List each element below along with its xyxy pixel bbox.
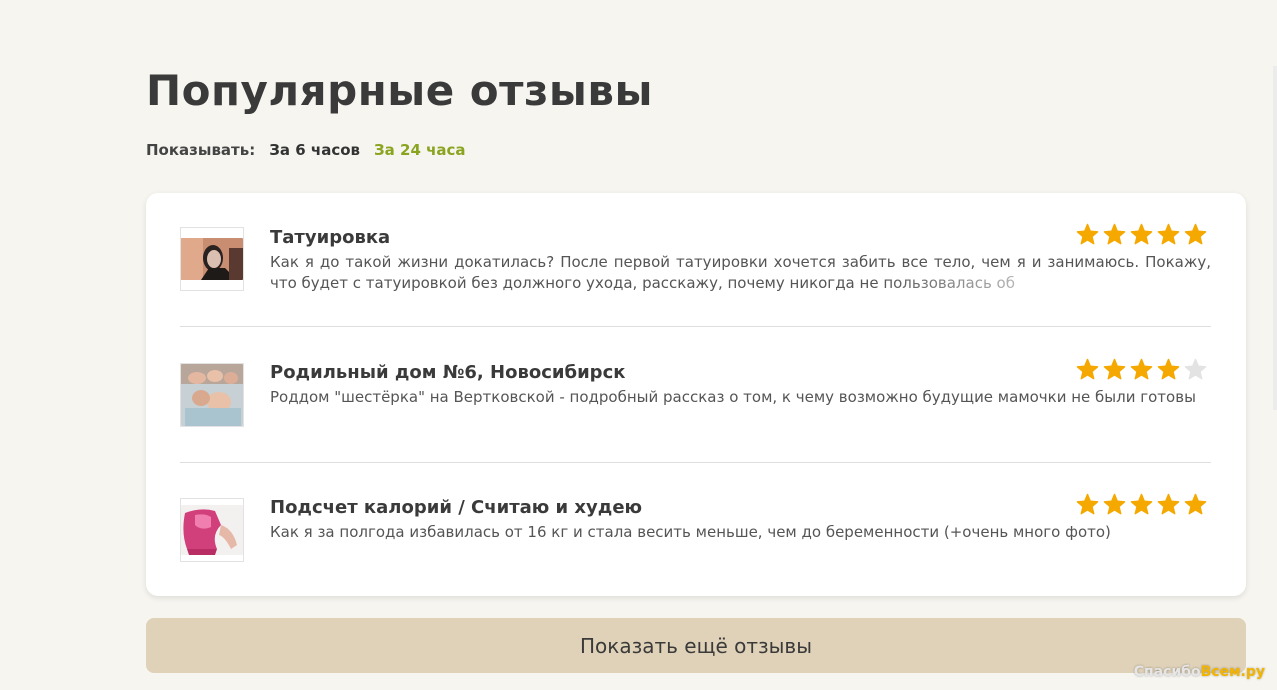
review-title[interactable]: Подсчет калорий / Считаю и худею <box>270 497 642 518</box>
body-photo-icon <box>181 505 243 555</box>
star-filled-icon <box>1103 493 1126 515</box>
star-filled-icon <box>1103 358 1126 380</box>
review-title[interactable]: Татуировка <box>270 227 390 248</box>
star-filled-icon <box>1103 223 1126 245</box>
divider <box>180 462 1211 463</box>
review-title[interactable]: Родильный дом №6, Новосибирск <box>270 362 625 383</box>
review-thumbnail-calories[interactable] <box>180 498 244 562</box>
star-filled-icon <box>1076 358 1099 380</box>
newborns-photo-icon <box>181 364 243 426</box>
rating-stars <box>1076 358 1207 381</box>
show-more-reviews-button[interactable]: Показать ещё отзывы <box>146 618 1246 673</box>
watermark-text: Спасибо <box>1133 664 1201 680</box>
review-item[interactable]: Подсчет калорий / Считаю и худею Как я з… <box>180 493 1211 562</box>
filter-24-hours[interactable]: За 24 часа <box>374 141 466 159</box>
filter-6-hours[interactable]: За 6 часов <box>269 141 360 159</box>
star-filled-icon <box>1076 493 1099 515</box>
text-fade-overlay <box>880 273 1221 294</box>
site-watermark: СпасибоВсем.ру <box>1134 664 1265 680</box>
star-filled-icon <box>1157 358 1180 380</box>
filter-label: Показывать: <box>146 141 256 159</box>
star-filled-icon <box>1076 223 1099 245</box>
rating-stars <box>1076 493 1207 516</box>
star-filled-icon <box>1184 223 1207 245</box>
review-thumbnail-maternity[interactable] <box>180 363 244 427</box>
page-title: Популярные отзывы <box>146 66 653 115</box>
scrollbar[interactable] <box>1273 66 1277 410</box>
star-filled-icon <box>1157 493 1180 515</box>
reviews-card: Татуировка Как я до такой жизни докатила… <box>146 193 1246 596</box>
review-item[interactable]: Родильный дом №6, Новосибирск Роддом "ше… <box>180 358 1211 427</box>
review-item[interactable]: Татуировка Как я до такой жизни докатила… <box>180 223 1221 294</box>
time-filter: Показывать: За 6 часов За 24 часа <box>146 141 466 159</box>
review-excerpt: Как я за полгода избавилась от 16 кг и с… <box>270 523 1111 541</box>
star-filled-icon <box>1157 223 1180 245</box>
divider <box>180 326 1211 327</box>
watermark-brand: Всем.ру <box>1200 664 1265 680</box>
star-filled-icon <box>1130 223 1153 245</box>
star-filled-icon <box>1184 493 1207 515</box>
review-excerpt: Роддом "шестёрка" на Вертковской - подро… <box>270 388 1196 406</box>
review-thumbnail-tattoo[interactable] <box>180 227 244 291</box>
rating-stars <box>1076 223 1207 246</box>
star-filled-icon <box>1130 358 1153 380</box>
tattoo-photo-icon <box>181 238 243 280</box>
star-empty-icon <box>1184 358 1207 380</box>
star-filled-icon <box>1130 493 1153 515</box>
